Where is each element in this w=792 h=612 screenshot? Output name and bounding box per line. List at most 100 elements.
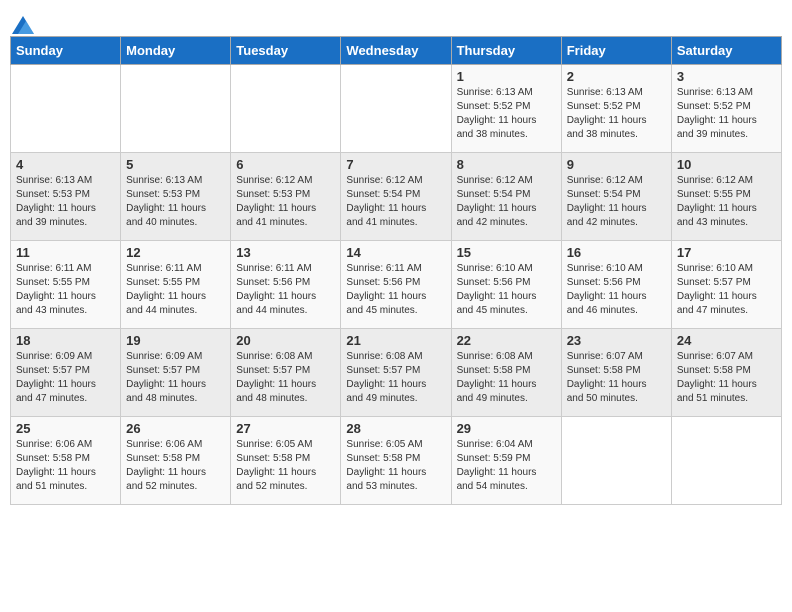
day-info: Sunrise: 6:10 AM Sunset: 5:56 PM Dayligh… <box>567 263 647 316</box>
day-cell <box>671 417 781 505</box>
day-info: Sunrise: 6:13 AM Sunset: 5:53 PM Dayligh… <box>16 175 96 228</box>
day-info: Sunrise: 6:08 AM Sunset: 5:57 PM Dayligh… <box>346 351 426 404</box>
day-info: Sunrise: 6:12 AM Sunset: 5:54 PM Dayligh… <box>567 175 647 228</box>
day-cell: 9 Sunrise: 6:12 AM Sunset: 5:54 PM Daylig… <box>561 153 671 241</box>
day-number: 12 <box>126 245 225 260</box>
day-info: Sunrise: 6:06 AM Sunset: 5:58 PM Dayligh… <box>16 439 96 492</box>
header-row: SundayMondayTuesdayWednesdayThursdayFrid… <box>11 37 782 65</box>
day-cell: 7 Sunrise: 6:12 AM Sunset: 5:54 PM Daylig… <box>341 153 451 241</box>
week-row-5: 25 Sunrise: 6:06 AM Sunset: 5:58 PM Dayli… <box>11 417 782 505</box>
day-number: 2 <box>567 69 666 84</box>
day-cell <box>561 417 671 505</box>
logo-icon <box>12 16 34 34</box>
day-number: 7 <box>346 157 445 172</box>
day-cell: 20 Sunrise: 6:08 AM Sunset: 5:57 PM Dayli… <box>231 329 341 417</box>
header-cell-friday: Friday <box>561 37 671 65</box>
day-number: 16 <box>567 245 666 260</box>
day-number: 24 <box>677 333 776 348</box>
logo <box>10 10 34 30</box>
day-info: Sunrise: 6:05 AM Sunset: 5:58 PM Dayligh… <box>236 439 316 492</box>
day-number: 18 <box>16 333 115 348</box>
header-cell-tuesday: Tuesday <box>231 37 341 65</box>
day-info: Sunrise: 6:11 AM Sunset: 5:56 PM Dayligh… <box>236 263 316 316</box>
day-cell: 3Sunrise: 6:13 AM Sunset: 5:52 PM Daylig… <box>671 65 781 153</box>
header <box>10 10 782 30</box>
day-number: 10 <box>677 157 776 172</box>
day-cell: 28 Sunrise: 6:05 AM Sunset: 5:58 PM Dayli… <box>341 417 451 505</box>
day-cell: 17 Sunrise: 6:10 AM Sunset: 5:57 PM Dayli… <box>671 241 781 329</box>
day-number: 26 <box>126 421 225 436</box>
day-cell: 23Sunrise: 6:07 AM Sunset: 5:58 PM Dayli… <box>561 329 671 417</box>
day-info: Sunrise: 6:12 AM Sunset: 5:55 PM Dayligh… <box>677 175 757 228</box>
week-row-1: 1 Sunrise: 6:13 AM Sunset: 5:52 PM Daylig… <box>11 65 782 153</box>
day-cell: 22 Sunrise: 6:08 AM Sunset: 5:58 PM Dayli… <box>451 329 561 417</box>
day-number: 17 <box>677 245 776 260</box>
day-cell: 27 Sunrise: 6:05 AM Sunset: 5:58 PM Dayli… <box>231 417 341 505</box>
day-info: Sunrise: 6:08 AM Sunset: 5:58 PM Dayligh… <box>457 351 537 404</box>
header-cell-saturday: Saturday <box>671 37 781 65</box>
day-info: Sunrise: 6:04 AM Sunset: 5:59 PM Dayligh… <box>457 439 537 492</box>
day-info: Sunrise: 6:11 AM Sunset: 5:55 PM Dayligh… <box>16 263 96 316</box>
day-number: 22 <box>457 333 556 348</box>
day-number: 21 <box>346 333 445 348</box>
day-number: 27 <box>236 421 335 436</box>
day-cell: 1 Sunrise: 6:13 AM Sunset: 5:52 PM Daylig… <box>451 65 561 153</box>
day-number: 15 <box>457 245 556 260</box>
day-info: Sunrise: 6:10 AM Sunset: 5:57 PM Dayligh… <box>677 263 757 316</box>
header-cell-monday: Monday <box>121 37 231 65</box>
day-number: 1 <box>457 69 556 84</box>
day-info: Sunrise: 6:12 AM Sunset: 5:54 PM Dayligh… <box>346 175 426 228</box>
day-number: 23 <box>567 333 666 348</box>
week-row-2: 4 Sunrise: 6:13 AM Sunset: 5:53 PM Daylig… <box>11 153 782 241</box>
header-cell-thursday: Thursday <box>451 37 561 65</box>
week-row-3: 11 Sunrise: 6:11 AM Sunset: 5:55 PM Dayli… <box>11 241 782 329</box>
day-info: Sunrise: 6:12 AM Sunset: 5:53 PM Dayligh… <box>236 175 316 228</box>
day-cell: 21 Sunrise: 6:08 AM Sunset: 5:57 PM Dayli… <box>341 329 451 417</box>
day-cell: 13 Sunrise: 6:11 AM Sunset: 5:56 PM Dayli… <box>231 241 341 329</box>
calendar-table: SundayMondayTuesdayWednesdayThursdayFrid… <box>10 36 782 505</box>
day-info: Sunrise: 6:06 AM Sunset: 5:58 PM Dayligh… <box>126 439 206 492</box>
day-number: 28 <box>346 421 445 436</box>
day-cell: 16 Sunrise: 6:10 AM Sunset: 5:56 PM Dayli… <box>561 241 671 329</box>
week-row-4: 18 Sunrise: 6:09 AM Sunset: 5:57 PM Dayli… <box>11 329 782 417</box>
day-number: 13 <box>236 245 335 260</box>
day-cell: 12 Sunrise: 6:11 AM Sunset: 5:55 PM Dayli… <box>121 241 231 329</box>
day-cell: 15 Sunrise: 6:10 AM Sunset: 5:56 PM Dayli… <box>451 241 561 329</box>
header-cell-sunday: Sunday <box>11 37 121 65</box>
day-info: Sunrise: 6:05 AM Sunset: 5:58 PM Dayligh… <box>346 439 426 492</box>
day-cell: 26 Sunrise: 6:06 AM Sunset: 5:58 PM Dayli… <box>121 417 231 505</box>
day-number: 4 <box>16 157 115 172</box>
day-cell: 24Sunrise: 6:07 AM Sunset: 5:58 PM Dayli… <box>671 329 781 417</box>
day-number: 8 <box>457 157 556 172</box>
day-number: 25 <box>16 421 115 436</box>
day-cell: 8 Sunrise: 6:12 AM Sunset: 5:54 PM Daylig… <box>451 153 561 241</box>
header-cell-wednesday: Wednesday <box>341 37 451 65</box>
day-number: 5 <box>126 157 225 172</box>
day-cell <box>341 65 451 153</box>
day-cell <box>11 65 121 153</box>
day-number: 11 <box>16 245 115 260</box>
day-info: Sunrise: 6:13 AM Sunset: 5:52 PM Dayligh… <box>457 87 537 140</box>
day-info: Sunrise: 6:12 AM Sunset: 5:54 PM Dayligh… <box>457 175 537 228</box>
day-cell <box>121 65 231 153</box>
day-cell: 19 Sunrise: 6:09 AM Sunset: 5:57 PM Dayli… <box>121 329 231 417</box>
day-info: Sunrise: 6:08 AM Sunset: 5:57 PM Dayligh… <box>236 351 316 404</box>
day-cell: 11 Sunrise: 6:11 AM Sunset: 5:55 PM Dayli… <box>11 241 121 329</box>
day-info: Sunrise: 6:10 AM Sunset: 5:56 PM Dayligh… <box>457 263 537 316</box>
day-cell: 5 Sunrise: 6:13 AM Sunset: 5:53 PM Daylig… <box>121 153 231 241</box>
day-info: Sunrise: 6:11 AM Sunset: 5:55 PM Dayligh… <box>126 263 206 316</box>
day-cell: 25 Sunrise: 6:06 AM Sunset: 5:58 PM Dayli… <box>11 417 121 505</box>
day-cell: 4 Sunrise: 6:13 AM Sunset: 5:53 PM Daylig… <box>11 153 121 241</box>
day-info: Sunrise: 6:13 AM Sunset: 5:52 PM Dayligh… <box>567 87 647 140</box>
day-number: 19 <box>126 333 225 348</box>
day-cell <box>231 65 341 153</box>
day-number: 20 <box>236 333 335 348</box>
day-number: 9 <box>567 157 666 172</box>
day-cell: 18Sunrise: 6:09 AM Sunset: 5:57 PM Dayli… <box>11 329 121 417</box>
day-cell: 2 Sunrise: 6:13 AM Sunset: 5:52 PM Daylig… <box>561 65 671 153</box>
day-number: 29 <box>457 421 556 436</box>
day-info: Sunrise: 6:13 AM Sunset: 5:53 PM Dayligh… <box>126 175 206 228</box>
day-number: 14 <box>346 245 445 260</box>
day-cell: 10 Sunrise: 6:12 AM Sunset: 5:55 PM Dayli… <box>671 153 781 241</box>
day-info: Sunrise: 6:09 AM Sunset: 5:57 PM Dayligh… <box>126 351 206 404</box>
